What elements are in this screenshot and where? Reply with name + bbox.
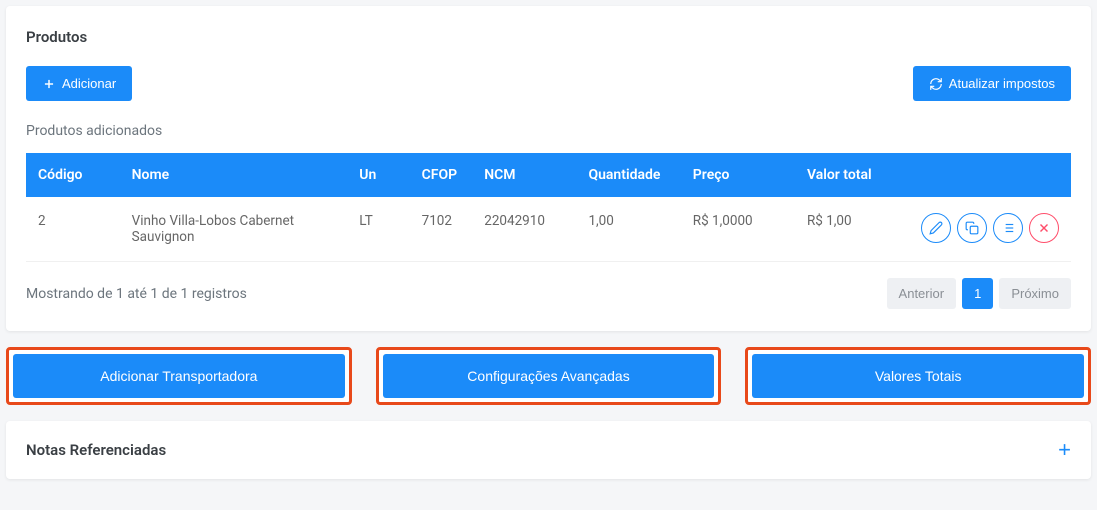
products-card: Produtos Adicionar Atualizar impostos Pr… xyxy=(6,6,1091,331)
cell-ncm: 22042910 xyxy=(472,197,576,262)
highlight-valores: Valores Totais xyxy=(745,347,1091,405)
products-table: Código Nome Un CFOP NCM Quantidade Preço… xyxy=(26,153,1071,262)
pager-info: Mostrando de 1 até 1 de 1 registros xyxy=(26,286,247,302)
th-quantidade: Quantidade xyxy=(576,153,680,197)
expand-toggle[interactable]: + xyxy=(1058,439,1071,461)
pager-prev[interactable]: Anterior xyxy=(887,278,957,309)
cell-un: LT xyxy=(347,197,409,262)
update-taxes-label: Atualizar impostos xyxy=(949,76,1055,91)
copy-icon xyxy=(965,221,979,235)
th-actions xyxy=(909,153,1071,197)
subtitle: Produtos adicionados xyxy=(26,123,1071,139)
cell-cfop: 7102 xyxy=(410,197,473,262)
update-taxes-button[interactable]: Atualizar impostos xyxy=(913,66,1071,101)
th-nome: Nome xyxy=(120,153,348,197)
delete-button[interactable] xyxy=(1029,213,1059,243)
notas-ref-title: Notas Referenciadas xyxy=(26,441,166,459)
valores-totais-button[interactable]: Valores Totais xyxy=(752,354,1084,398)
close-icon xyxy=(1037,221,1051,235)
highlight-transportadora: Adicionar Transportadora xyxy=(6,347,352,405)
cell-valor-total: R$ 1,00 xyxy=(795,197,909,262)
pager-row: Mostrando de 1 até 1 de 1 registros Ante… xyxy=(26,278,1071,309)
refresh-icon xyxy=(929,77,943,91)
cell-quantidade: 1,00 xyxy=(576,197,680,262)
pencil-icon xyxy=(929,221,943,235)
notas-referenciadas-card: Notas Referenciadas + xyxy=(6,421,1091,479)
th-valor-total: Valor total xyxy=(795,153,909,197)
cell-nome: Vinho Villa-Lobos Cabernet Sauvignon xyxy=(120,197,348,262)
th-un: Un xyxy=(347,153,409,197)
cell-actions xyxy=(909,197,1071,262)
list-button[interactable] xyxy=(993,213,1023,243)
highlight-config: Configurações Avançadas xyxy=(376,347,722,405)
th-codigo: Código xyxy=(26,153,120,197)
add-transportadora-button[interactable]: Adicionar Transportadora xyxy=(13,354,345,398)
th-cfop: CFOP xyxy=(410,153,473,197)
add-button[interactable]: Adicionar xyxy=(26,66,132,101)
cell-preco: R$ 1,0000 xyxy=(681,197,795,262)
cell-codigo: 2 xyxy=(26,197,120,262)
config-avancadas-button[interactable]: Configurações Avançadas xyxy=(383,354,715,398)
table-header-row: Código Nome Un CFOP NCM Quantidade Preço… xyxy=(26,153,1071,197)
pager: Anterior 1 Próximo xyxy=(887,278,1071,309)
edit-button[interactable] xyxy=(921,213,951,243)
add-button-label: Adicionar xyxy=(62,76,116,91)
copy-button[interactable] xyxy=(957,213,987,243)
table-row: 2 Vinho Villa-Lobos Cabernet Sauvignon L… xyxy=(26,197,1071,262)
th-ncm: NCM xyxy=(472,153,576,197)
th-preco: Preço xyxy=(681,153,795,197)
pager-next[interactable]: Próximo xyxy=(999,278,1071,309)
wide-buttons-row: Adicionar Transportadora Configurações A… xyxy=(6,347,1091,405)
card-title: Produtos xyxy=(26,28,1071,46)
toolbar: Adicionar Atualizar impostos xyxy=(26,66,1071,101)
plus-icon xyxy=(42,77,56,91)
pager-page-1[interactable]: 1 xyxy=(962,278,993,309)
plus-icon: + xyxy=(1058,437,1071,462)
list-icon xyxy=(1001,221,1015,235)
